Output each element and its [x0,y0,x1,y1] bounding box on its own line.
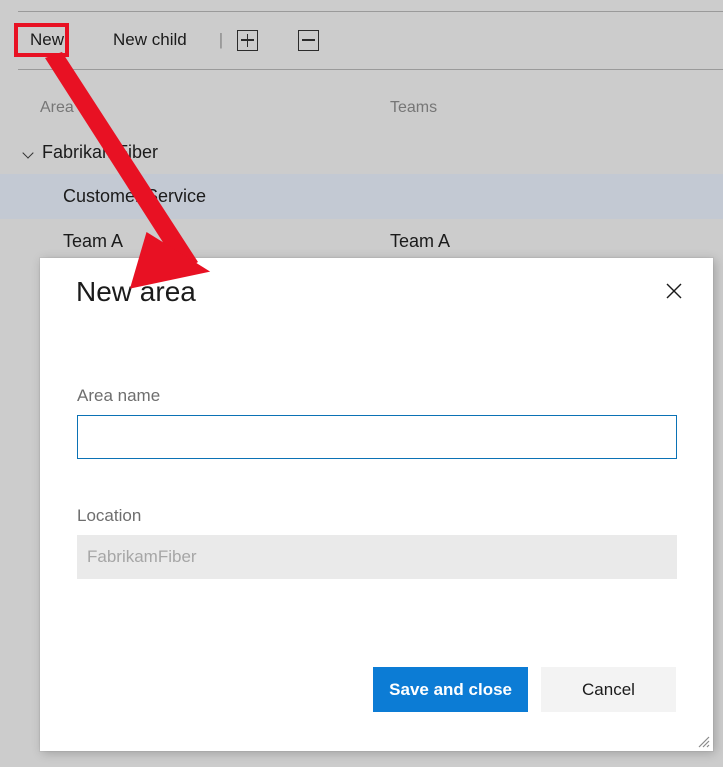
new-child-button[interactable]: New child [105,26,195,54]
row-teams-cell: Team A [390,231,451,251]
row-area-cell: Team A [63,231,123,252]
cancel-button[interactable]: Cancel [541,667,676,712]
table-row[interactable]: Customer Service [0,174,723,219]
dialog-title: New area [76,276,196,307]
dialog-actions: Save and close Cancel [373,667,676,712]
new-button[interactable]: New [22,26,72,54]
resize-grip-icon[interactable] [694,732,710,748]
grid-column-headers: Area Teams [0,99,723,123]
close-icon[interactable] [657,274,691,308]
area-name-label: Area name [77,386,161,405]
location-input [77,535,677,579]
row-area-cell: Customer Service [63,186,206,207]
new-area-dialog: New area Area name Location Save and clo… [40,258,713,751]
row-area-label: FabrikamFiber [42,142,159,162]
location-label: Location [77,506,142,525]
column-header-area: Area [40,99,74,116]
app-root: New New child | Area Teams FabrikamFiber… [0,0,723,767]
save-and-close-button[interactable]: Save and close [373,667,528,712]
row-area-label: Customer Service [63,186,207,206]
area-name-field-group: Area name [77,386,677,459]
table-row[interactable]: FabrikamFiber [0,130,723,175]
top-divider [18,11,723,12]
row-area-label: Team A [63,231,124,251]
column-header-teams: Teams [390,99,438,116]
toolbar-separator: | [218,30,224,49]
plus-box-icon[interactable] [237,29,259,51]
area-name-input[interactable] [77,415,677,459]
location-field-group: Location [77,506,677,579]
chevron-down-icon[interactable] [22,146,36,160]
row-area-cell: FabrikamFiber [22,142,158,163]
minus-box-icon[interactable] [298,29,320,51]
toolbar-divider [18,69,723,70]
areas-toolbar: New New child | [0,20,320,60]
